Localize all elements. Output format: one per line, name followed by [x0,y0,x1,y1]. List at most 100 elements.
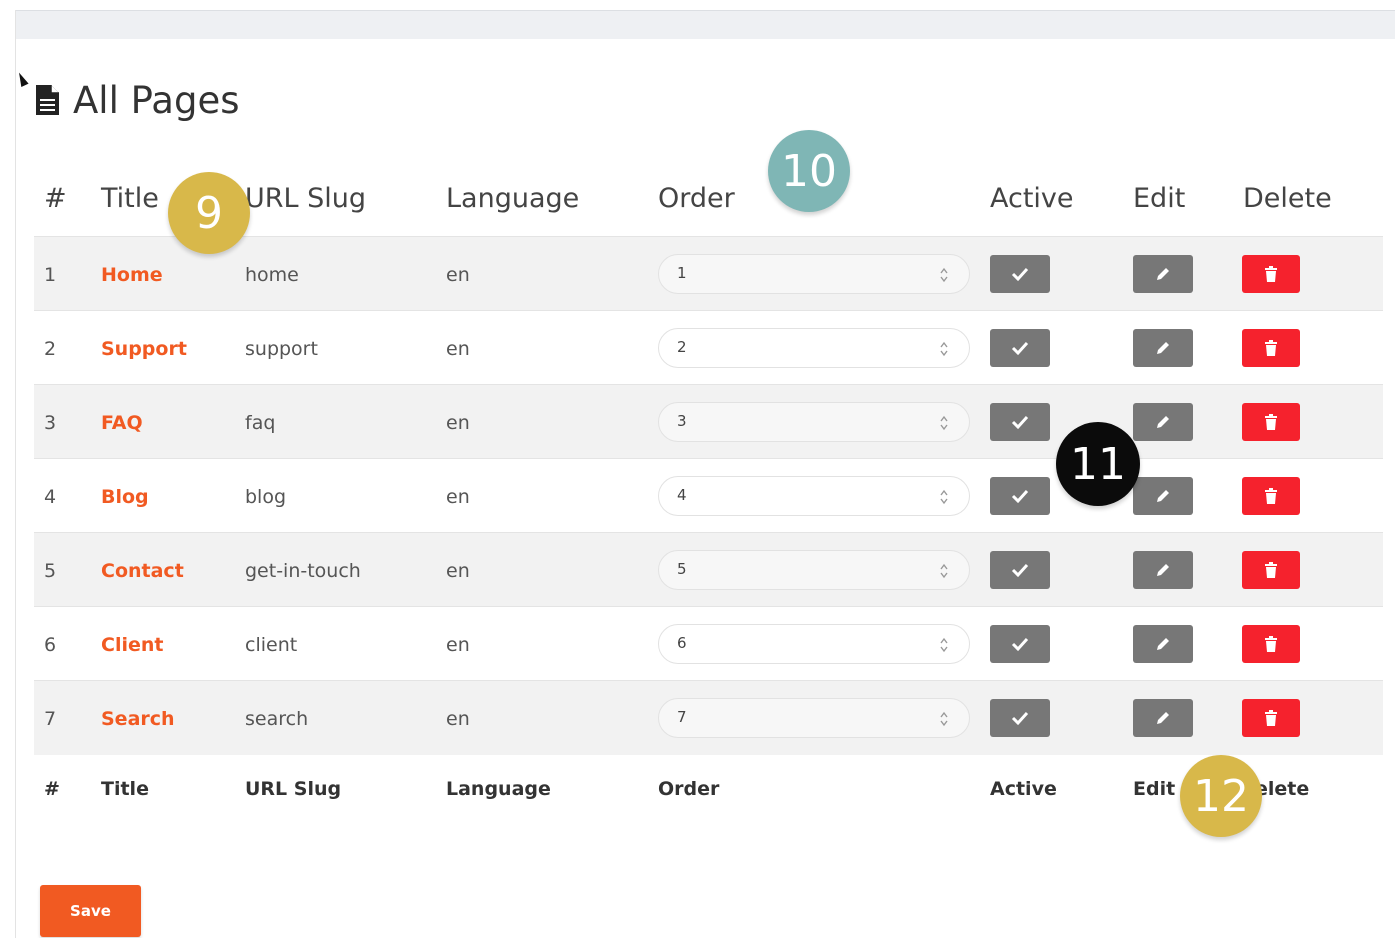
url-slug: faq [245,412,276,434]
order-input[interactable]: 3 [658,402,970,442]
pencil-icon [1157,268,1169,280]
order-input[interactable]: 5 [658,550,970,590]
pencil-icon [1157,638,1169,650]
trash-icon [1265,710,1277,726]
language: en [446,486,470,508]
page-title-link[interactable]: Home [101,264,163,286]
trash-icon [1265,636,1277,652]
check-icon [1011,637,1029,652]
row-number: 1 [44,264,57,286]
language: en [446,264,470,286]
annotation-badge-9: 9 [168,172,250,254]
active-toggle-button[interactable] [990,477,1050,515]
content-border [15,10,16,938]
order-input[interactable]: 2 [658,328,970,368]
check-icon [1011,711,1029,726]
delete-button[interactable] [1242,551,1300,589]
pencil-icon [1157,712,1169,724]
table-row: 3 FAQ faq en 3 [34,384,1383,459]
trash-icon [1265,340,1277,356]
page-title-link[interactable]: Contact [101,560,184,582]
pencil-icon [1157,564,1169,576]
order-input[interactable]: 1 [658,254,970,294]
active-toggle-button[interactable] [990,699,1050,737]
spinner-arrows-icon[interactable] [939,635,949,655]
delete-button[interactable] [1242,255,1300,293]
annotation-badge-10: 10 [768,130,850,212]
spinner-arrows-icon[interactable] [939,487,949,507]
trash-icon [1265,414,1277,430]
annotation-badge-11: 11 [1056,422,1140,506]
header-slug: URL Slug [245,183,367,214]
delete-button[interactable] [1242,329,1300,367]
pencil-icon [1157,342,1169,354]
language: en [446,338,470,360]
footer-num: # [44,778,60,800]
spinner-arrows-icon[interactable] [939,561,949,581]
delete-button[interactable] [1242,625,1300,663]
trash-icon [1265,488,1277,504]
page-title-link[interactable]: Client [101,634,163,656]
table-row: 4 Blog blog en 4 [34,458,1383,533]
active-toggle-button[interactable] [990,329,1050,367]
order-value: 3 [677,412,687,430]
row-number: 6 [44,634,57,656]
active-toggle-button[interactable] [990,625,1050,663]
spinner-arrows-icon[interactable] [939,709,949,729]
delete-button[interactable] [1242,477,1300,515]
spinner-arrows-icon[interactable] [939,265,949,285]
spinner-arrows-icon[interactable] [939,339,949,359]
url-slug: client [245,634,298,656]
order-input[interactable]: 6 [658,624,970,664]
language: en [446,560,470,582]
document-icon [36,84,59,115]
page-title-link[interactable]: Blog [101,486,149,508]
footer-delete: elete [1255,778,1310,800]
active-toggle-button[interactable] [990,551,1050,589]
row-number: 3 [44,412,57,434]
active-toggle-button[interactable] [990,403,1050,441]
language: en [446,412,470,434]
delete-button[interactable] [1242,699,1300,737]
edit-button[interactable] [1133,699,1193,737]
edit-button[interactable] [1133,255,1193,293]
edit-button[interactable] [1133,625,1193,663]
page-title-link[interactable]: FAQ [101,412,143,434]
check-icon [1011,489,1029,504]
annotation-badge-12: 12 [1180,755,1262,837]
table-row: 2 Support support en 2 [34,310,1383,385]
header-language: Language [446,183,580,214]
edit-button[interactable] [1133,329,1193,367]
mouse-cursor-icon [15,70,29,88]
footer-edit: Edit [1133,778,1176,800]
trash-icon [1265,266,1277,282]
table-row: 6 Client client en 6 [34,606,1383,681]
check-icon [1011,341,1029,356]
row-number: 2 [44,338,57,360]
footer-language: Language [446,778,551,800]
order-input[interactable]: 4 [658,476,970,516]
footer-slug: URL Slug [245,778,342,800]
page-title-link[interactable]: Search [101,708,175,730]
table-row: 1 Home home en 1 [34,236,1383,311]
edit-button[interactable] [1133,551,1193,589]
spinner-arrows-icon[interactable] [939,413,949,433]
edit-button[interactable] [1133,477,1193,515]
save-button[interactable]: Save [40,885,141,937]
page-title-link[interactable]: Support [101,338,187,360]
active-toggle-button[interactable] [990,255,1050,293]
header-order: Order [658,183,735,214]
header-active: Active [990,183,1074,214]
header-delete: Delete [1243,183,1332,214]
delete-button[interactable] [1242,403,1300,441]
url-slug: get-in-touch [245,560,361,582]
footer-active: Active [990,778,1057,800]
url-slug: support [245,338,318,360]
order-value: 2 [677,338,687,356]
check-icon [1011,415,1029,430]
trash-icon [1265,562,1277,578]
page-heading: All Pages [34,76,239,124]
header-title: Title [101,183,159,214]
order-input[interactable]: 7 [658,698,970,738]
edit-button[interactable] [1133,403,1193,441]
